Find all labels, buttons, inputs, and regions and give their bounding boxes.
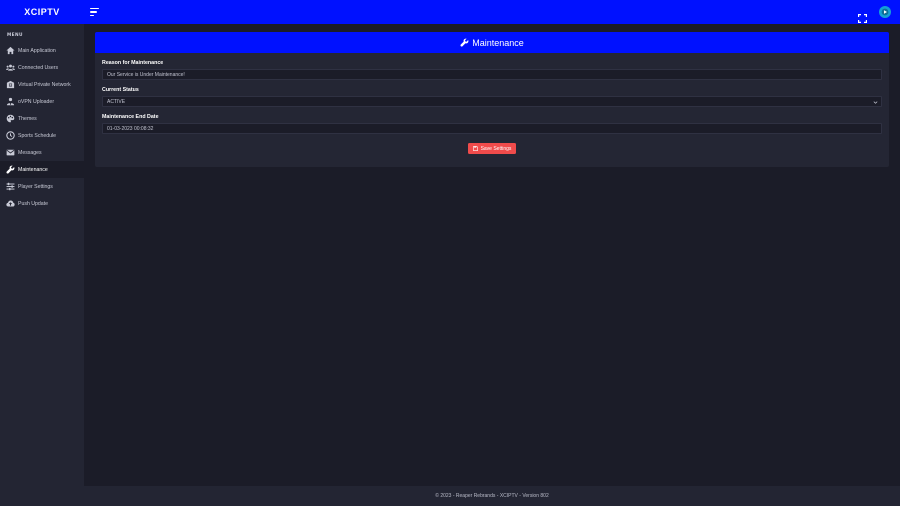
home-icon — [6, 46, 15, 55]
wrench-icon — [460, 38, 469, 47]
sidebar-item-label: Sports Schedule — [18, 132, 57, 139]
maintenance-panel: Maintenance Reason for Maintenance Our S… — [95, 32, 889, 167]
vpn-icon — [6, 80, 15, 89]
top-bar: XCIPTV — [0, 0, 900, 24]
palette-icon — [6, 114, 15, 123]
wrench-icon — [6, 165, 15, 174]
footer-text: © 2023 - Reaper Rebrands - XCIPTV - Vers… — [435, 493, 549, 499]
sidebar-item-virtual-private-network[interactable]: Virtual Private Network — [0, 76, 84, 93]
sidebar-item-label: Connected Users — [18, 64, 59, 71]
end-date-input-value: 01-03-2023 00:08:32 — [107, 125, 154, 132]
sidebar-item-label: oVPN Uploader — [18, 98, 55, 105]
sidebar-item-connected-users[interactable]: Connected Users — [0, 59, 84, 76]
end-date-label: Maintenance End Date — [102, 114, 159, 120]
status-label: Current Status — [102, 87, 139, 93]
sidebar-item-label: Push Update — [18, 200, 48, 207]
sidebar-item-label: Player Settings — [18, 183, 53, 190]
sidebar-item-label: Messages — [18, 149, 42, 156]
status-select[interactable]: ACTIVE — [102, 96, 882, 107]
status-select-value: ACTIVE — [107, 98, 126, 105]
cloud-upload-icon — [6, 199, 15, 208]
user-upload-icon — [6, 97, 15, 106]
clock-icon — [6, 131, 15, 140]
save-button-label: Save Settings — [480, 145, 512, 152]
sidebar-item-label: Main Application — [18, 47, 56, 54]
footer: © 2023 - Reaper Rebrands - XCIPTV - Vers… — [84, 486, 900, 506]
sidebar-item-main-application[interactable]: Main Application — [0, 42, 84, 59]
reason-input[interactable]: Our Service is Under Maintenance! — [102, 69, 882, 80]
fullscreen-icon[interactable] — [858, 8, 867, 23]
sidebar-item-push-update[interactable]: Push Update — [0, 195, 84, 212]
avatar-icon[interactable] — [879, 6, 891, 18]
sidebar-item-label: Virtual Private Network — [18, 81, 71, 88]
sidebar-item-label: Themes — [18, 115, 37, 122]
save-button[interactable]: Save Settings — [468, 143, 516, 154]
hamburger-icon[interactable] — [90, 7, 100, 17]
sidebar-item-label: Maintenance — [18, 166, 48, 173]
reason-label: Reason for Maintenance — [102, 60, 164, 66]
sidebar-item-messages[interactable]: Messages — [0, 144, 84, 161]
end-date-input[interactable]: 01-03-2023 00:08:32 — [102, 123, 882, 134]
users-icon — [6, 63, 15, 72]
sliders-icon — [6, 182, 15, 191]
sidebar-item-player-settings[interactable]: Player Settings — [0, 178, 84, 195]
sidebar-nav: Main Application Connected Users Virtual… — [0, 42, 84, 212]
chevron-down-icon — [873, 100, 878, 105]
sidebar: MENU Main Application Connected Users Vi… — [0, 24, 84, 506]
save-icon — [472, 146, 478, 151]
sidebar-item-ovpn-uploader[interactable]: oVPN Uploader — [0, 93, 84, 110]
reason-input-value: Our Service is Under Maintenance! — [107, 71, 185, 78]
envelope-icon — [6, 148, 15, 157]
sidebar-menu-title: MENU — [7, 33, 23, 38]
brand-logo[interactable]: XCIPTV — [0, 0, 84, 24]
sidebar-item-sports-schedule[interactable]: Sports Schedule — [0, 127, 84, 144]
page-title: Maintenance — [472, 37, 524, 48]
sidebar-item-maintenance[interactable]: Maintenance — [0, 161, 84, 178]
panel-header: Maintenance — [95, 32, 889, 53]
sidebar-item-themes[interactable]: Themes — [0, 110, 84, 127]
